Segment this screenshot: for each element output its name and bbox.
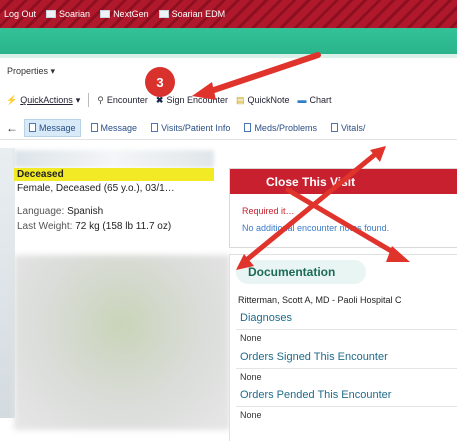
encounter-icon: ⚲ (97, 94, 104, 105)
quicknote-button[interactable]: ▤ QuickNote (236, 95, 290, 106)
diagnoses-value: None (240, 333, 262, 343)
nextgen-button[interactable]: NextGen (100, 9, 149, 19)
title-bar: Log Out Soarian NextGen Soarian EDM (0, 0, 457, 28)
weight-value: 72 kg (158 lb 11.7 oz) (75, 221, 172, 232)
arrowhead-icon (370, 146, 386, 162)
required-items-label: Required it… (242, 206, 295, 216)
chevron-down-icon: ▾ (50, 66, 56, 76)
soarian-button[interactable]: Soarian (46, 9, 90, 19)
orders-signed-title: Orders Signed This Encounter (240, 351, 388, 363)
tb-label: Soarian (59, 9, 91, 19)
toolbar: ⚡ QuickActions ▾ ⚲ Encounter ✖ Sign Enco… (0, 88, 457, 112)
deceased-badge: Deceased (14, 168, 214, 181)
sign-encounter-label: Sign Encounter (166, 95, 228, 105)
sign-encounter-button[interactable]: ✖ Sign Encounter (156, 95, 228, 106)
soarian-edm-button[interactable]: Soarian EDM (158, 9, 226, 19)
note-icon: ▤ (236, 94, 245, 105)
tab-vitals[interactable]: Vitals/ (327, 120, 369, 136)
section-divider (236, 329, 457, 330)
close-visit-header[interactable]: Close This Visit (230, 169, 457, 194)
tab-label: Vitals/ (340, 122, 366, 133)
document-icon (151, 123, 159, 132)
tab-label: Message (39, 122, 76, 133)
tab-bar: ← Message Message Visits/Patient Info Me… (0, 116, 457, 140)
close-visit-panel: Close This Visit Required it… No additio… (229, 168, 457, 248)
orders-pended-title: Orders Pended This Encounter (240, 389, 392, 401)
no-encounter-notes-link[interactable]: No additional encounter notes found. (242, 223, 389, 233)
properties-menu[interactable]: Properties ▾ (7, 66, 55, 77)
patient-banner: Deceased Female, Deceased (65 y.o.), 03/… (14, 168, 214, 234)
chart-button[interactable]: ▬ Chart (298, 95, 332, 105)
redacted-region (14, 255, 230, 430)
redacted-region (0, 148, 15, 418)
toolbar-divider (88, 93, 90, 107)
tb-label: Soarian EDM (171, 9, 226, 19)
app-window-icon (158, 10, 169, 18)
section-divider (236, 368, 457, 369)
folder-icon: ▬ (297, 95, 307, 105)
chevron-down-icon: ▾ (75, 94, 81, 105)
arrow-to-encounter (205, 52, 321, 95)
document-icon (330, 123, 338, 132)
tab-meds-problems[interactable]: Meds/Problems (240, 120, 321, 136)
language-label: Language: (17, 206, 65, 217)
tab-label: Meds/Problems (254, 122, 317, 133)
tb-label: Log Out (4, 9, 37, 19)
diagnoses-title: Diagnoses (240, 312, 292, 324)
tab-message[interactable]: Message (87, 120, 142, 136)
documentation-panel: Documentation Ritterman, Scott A, MD - P… (229, 254, 457, 441)
quicknote-label: QuickNote (247, 95, 290, 105)
redacted-region (14, 150, 214, 168)
orders-signed-value: None (240, 372, 262, 382)
back-arrow-icon[interactable]: ← (6, 121, 18, 135)
tab-visits-patient-info[interactable]: Visits/Patient Info (147, 120, 234, 136)
tab-label: Message (100, 122, 138, 133)
app-window-icon (46, 10, 57, 18)
document-icon (90, 123, 98, 132)
lightning-icon: ⚡ (6, 94, 18, 105)
quickactions-button[interactable]: ⚡ QuickActions ▾ (6, 95, 80, 106)
weight-line: Last Weight: 72 kg (158 lb 11.7 oz) (14, 219, 214, 234)
document-icon (29, 123, 36, 132)
encounter-button[interactable]: ⚲ Encounter (97, 95, 148, 106)
properties-label: Properties (7, 66, 49, 76)
tb-label: NextGen (113, 9, 149, 19)
section-divider (236, 406, 457, 407)
header-band (0, 28, 457, 58)
tab-label: Visits/Patient Info (161, 122, 231, 133)
provider-name: Ritterman, Scott A, MD - Paoli Hospital … (238, 295, 402, 305)
patient-summary: Female, Deceased (65 y.o.), 03/1… (17, 183, 175, 194)
step-number-badge: 3 (145, 67, 175, 97)
document-icon (244, 123, 252, 132)
chart-label: Chart (309, 95, 332, 105)
tab-message-active[interactable]: Message (24, 118, 81, 137)
language-line: Language: Spanish (14, 204, 214, 219)
weight-label: Last Weight: (17, 221, 73, 232)
logout-button[interactable]: Log Out (4, 9, 36, 19)
language-value: Spanish (67, 206, 104, 217)
documentation-header[interactable]: Documentation (236, 260, 366, 284)
quickactions-label: QuickActions (20, 95, 73, 105)
orders-pended-value: None (240, 410, 262, 420)
app-window-icon (100, 10, 111, 18)
encounter-label: Encounter (106, 95, 148, 105)
